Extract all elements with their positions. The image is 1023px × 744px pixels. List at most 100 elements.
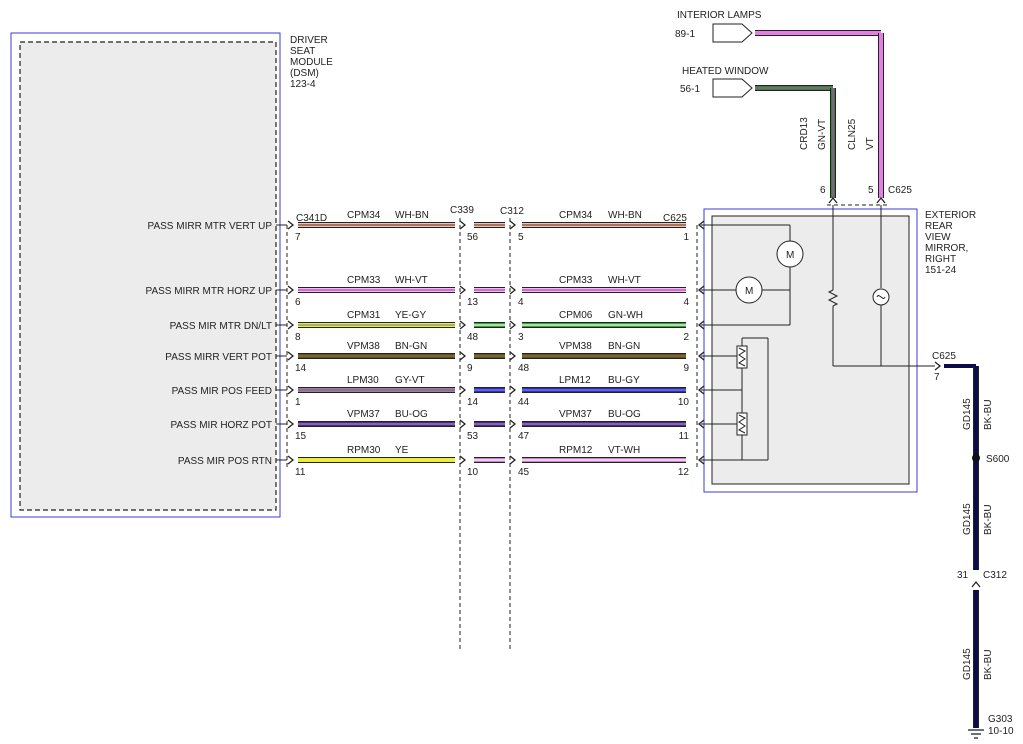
circuit-number: VPM38	[559, 341, 592, 352]
feed-color-code: GN-VT	[817, 119, 828, 150]
c339-pin-number: 14	[467, 397, 479, 408]
ground-pin-number: 7	[934, 372, 940, 383]
connector-pin-arrow	[509, 351, 517, 361]
feed-pin-number: 5	[868, 185, 874, 196]
splice-dot[interactable]	[972, 454, 980, 462]
connector-pin-arrow	[459, 419, 467, 429]
connector-pin-arrow	[459, 385, 467, 395]
mirror-name-line: MIRROR,	[925, 243, 968, 254]
connector-pin-arrow	[509, 385, 517, 395]
circuit-number: CPM06	[559, 310, 593, 321]
feed-source-label: HEATED WINDOW	[682, 66, 769, 77]
mirror-name-line: 151-24	[925, 265, 957, 276]
connector-pin-arrow	[459, 351, 467, 361]
ground-circuit-number: GD145	[962, 398, 973, 430]
dsm-pin-number: 1	[295, 397, 301, 408]
c625-pin-number: 4	[683, 297, 689, 308]
wire-color-code: VT-WH	[608, 445, 640, 456]
connector-pin-arrow	[934, 361, 942, 371]
circuit-number: CPM31	[347, 310, 381, 321]
c312-pin-number: 4	[518, 297, 524, 308]
feed-row: HEATED WINDOW 56-1 6 CRD13 GN-VT	[680, 66, 838, 204]
ground-circuit-number: GD145	[962, 648, 973, 680]
feed-circuit-number: CRD13	[799, 117, 810, 150]
ground-circuit-number: GD145	[962, 503, 973, 535]
signal-label: PASS MIR HORZ POT	[171, 420, 273, 431]
circuit-number: CPM33	[559, 275, 593, 286]
dsm-name-line: DRIVER	[290, 35, 328, 46]
c312-pin-number: 48	[518, 363, 530, 374]
dsm-name-line: SEAT	[290, 46, 315, 57]
mirror-name-line: EXTERIOR	[925, 210, 976, 221]
connector-c339-label: C339	[450, 205, 474, 216]
c339-pin-number: 53	[467, 431, 479, 442]
c312-pin-number: 45	[518, 467, 530, 478]
wire-color-code: GY-VT	[395, 375, 425, 386]
c312-pin-number: 44	[518, 397, 530, 408]
wire-color-code: BN-GN	[395, 341, 427, 352]
feed-color-code: VT	[865, 137, 876, 150]
connector-pin-arrow	[287, 320, 295, 330]
connector-pin-arrow	[509, 220, 517, 230]
dsm-pin-number: 15	[295, 431, 307, 442]
connector-pin-arrow	[509, 320, 517, 330]
connector-pin-arrow	[509, 285, 517, 295]
feed-source-label: INTERIOR LAMPS	[677, 10, 762, 21]
connector-pin-arrow	[287, 385, 295, 395]
wire-color-code: WH-BN	[395, 210, 429, 221]
connector-pin-arrow	[459, 285, 467, 295]
wire-color-code: YE-GY	[395, 310, 426, 321]
circuit-number: LPM12	[559, 375, 591, 386]
ground-color-code: BK-BU	[983, 504, 994, 535]
signal-label: PASS MIRR MTR HORZ UP	[146, 286, 273, 297]
connector-pin-arrow	[287, 419, 295, 429]
connector-pin-arrow	[828, 196, 838, 204]
feed-connector[interactable]	[712, 23, 753, 43]
c339-pin-number: 48	[467, 332, 479, 343]
c625-pin-number: 11	[679, 431, 690, 442]
wiring-diagram: DRIVER SEAT MODULE (DSM) 123-4 EXTERIOR …	[10, 10, 1014, 739]
wire-color-code: YE	[395, 445, 409, 456]
splice-label: S600	[986, 454, 1010, 465]
ground-circuit: 7 S600 31 G30310-10 GD145 BK-BU GD145 BK-BU GD14…	[934, 361, 1014, 739]
circuit-number: VPM37	[347, 409, 380, 420]
circuit-number: LPM30	[347, 375, 379, 386]
ground-color-code: BK-BU	[983, 649, 994, 680]
mirror-name-line: REAR	[925, 221, 953, 232]
mirror-name-line: RIGHT	[925, 254, 956, 265]
c625-pin-number: 12	[678, 467, 690, 478]
feed-pin-number: 6	[820, 185, 826, 196]
connector-pin-arrow	[971, 580, 981, 588]
dsm-pin-number: 8	[295, 332, 301, 343]
dsm-name-line: (DSM)	[290, 68, 319, 79]
dsm-pin-number: 6	[295, 297, 301, 308]
signal-label: PASS MIR POS RTN	[178, 456, 272, 467]
horizontal-motor-label: M	[745, 286, 753, 297]
wire-color-code: WH-BN	[608, 210, 642, 221]
connector-c625-top-label: C625	[888, 185, 912, 196]
wire-color-code: BU-OG	[395, 409, 428, 420]
circuit-number: RPM30	[347, 445, 381, 456]
c312-pin-number: 3	[518, 332, 524, 343]
dsm-pin-number: 11	[295, 467, 306, 478]
c312-pin-number: 47	[518, 431, 530, 442]
connector-c625-ground-label: C625	[932, 351, 956, 362]
connector-c312-ground-label: C312	[983, 570, 1007, 581]
c625-pin-number: 9	[683, 363, 689, 374]
driver-seat-module[interactable]: DRIVER SEAT MODULE (DSM) 123-4	[10, 32, 333, 518]
circuit-number: CPM34	[559, 210, 593, 221]
mirror-name-line: VIEW	[925, 232, 951, 243]
ground-ref-label: 10-10	[988, 726, 1014, 737]
dsm-name-line: 123-4	[290, 79, 316, 90]
feed-connector[interactable]	[712, 78, 753, 98]
feed-circuit-number: CLN25	[847, 118, 858, 150]
c339-pin-number: 56	[467, 232, 479, 243]
ground-color-code: BK-BU	[983, 399, 994, 430]
connector-pin-arrow	[459, 320, 467, 330]
c339-pin-number: 9	[467, 363, 473, 374]
signal-label: PASS MIRR MTR VERT UP	[148, 221, 273, 232]
circuit-number: CPM33	[347, 275, 381, 286]
circuit-number: VPM37	[559, 409, 592, 420]
feed-row: INTERIOR LAMPS 89-1 5 CLN25 VT	[675, 10, 886, 204]
c625-pin-number: 1	[683, 232, 689, 243]
